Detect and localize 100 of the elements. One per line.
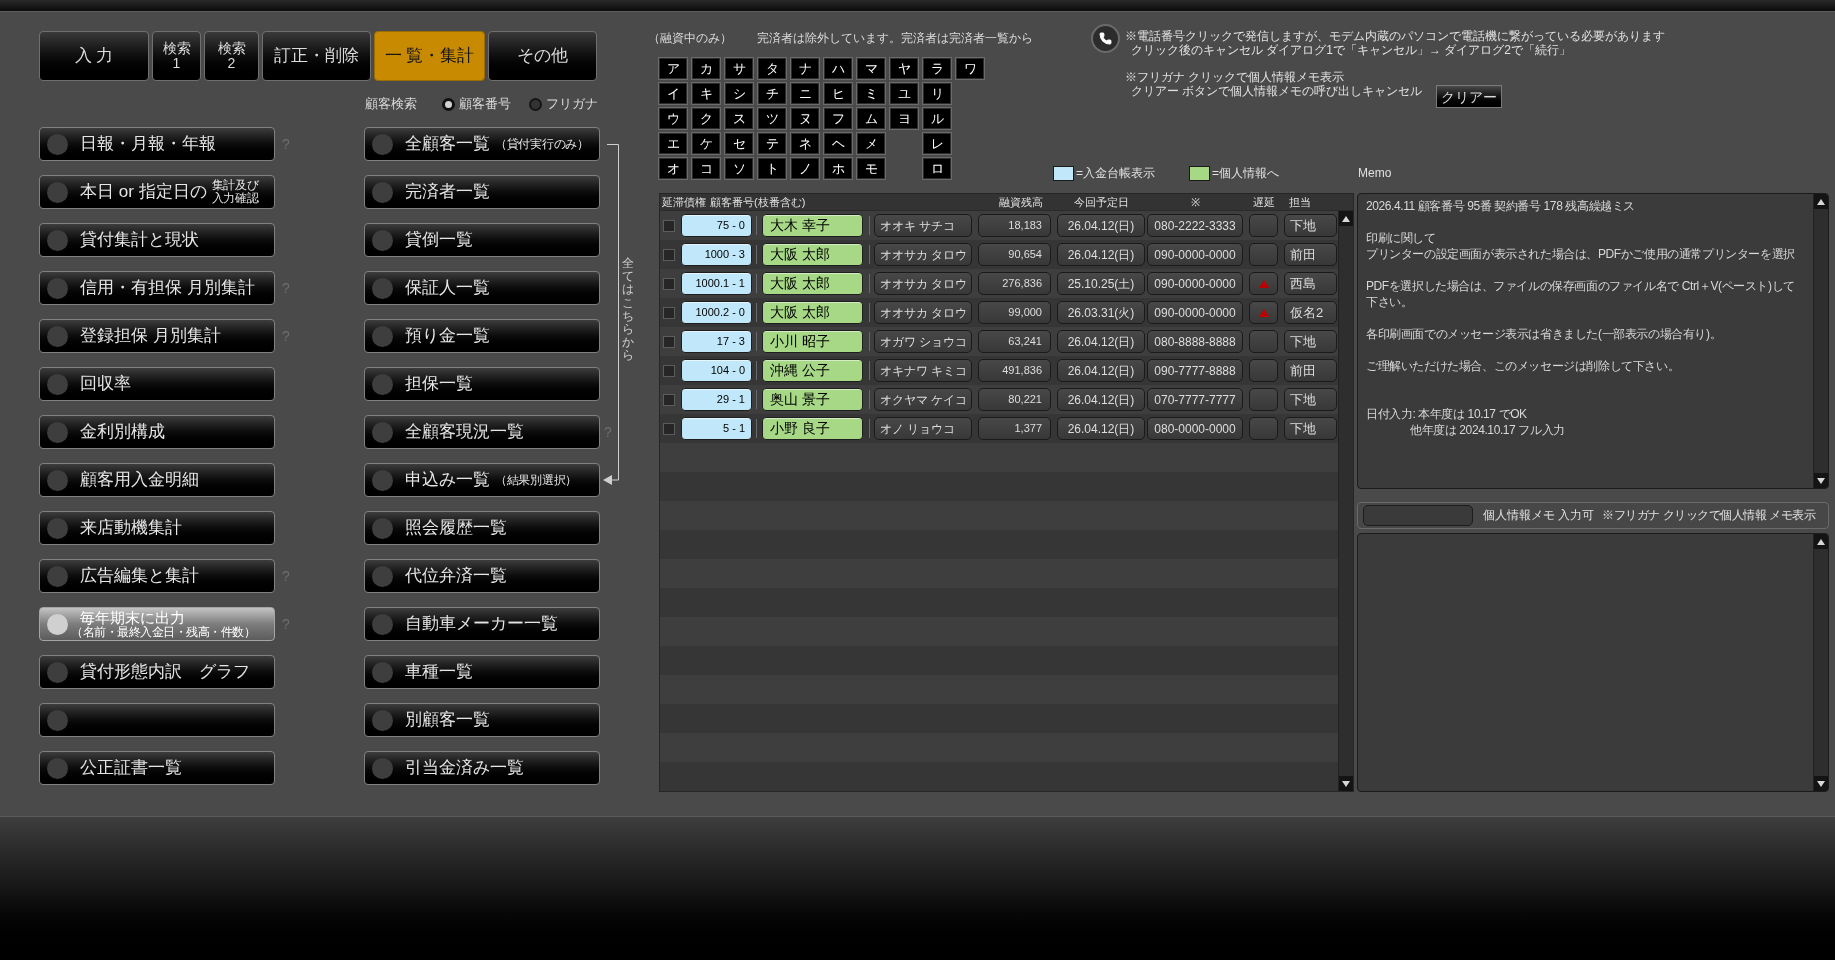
menu-button[interactable]: 代位弁済一覧 [364, 559, 600, 593]
checkbox[interactable] [663, 393, 675, 406]
kana-key[interactable]: ヤ [889, 57, 919, 80]
kana-key[interactable]: リ [922, 82, 952, 105]
kana-cell[interactable]: オオサカ タロウ [874, 243, 972, 266]
kana-key[interactable]: ニ [790, 82, 820, 105]
kana-key[interactable]: ヌ [790, 107, 820, 130]
menu-button[interactable]: 日報・月報・年報 [39, 127, 275, 161]
menu-button[interactable]: 顧客用入金明細 [39, 463, 275, 497]
scrollbar[interactable] [1813, 194, 1828, 488]
menu-button[interactable]: 照会履歴一覧 [364, 511, 600, 545]
menu-button[interactable]: 貸倒一覧 [364, 223, 600, 257]
customer-number-cell[interactable]: 29 - 1 [681, 388, 752, 411]
menu-button[interactable]: 金利別構成 [39, 415, 275, 449]
kana-key[interactable]: フ [823, 107, 853, 130]
name-cell[interactable]: 小川 昭子 [762, 330, 863, 353]
memo-field[interactable] [1357, 193, 1829, 489]
memo-input-field[interactable] [1363, 505, 1473, 526]
kana-key[interactable]: サ [724, 57, 754, 80]
phone-cell[interactable]: 070-7777-7777 [1147, 388, 1243, 411]
radio-option[interactable]: 顧客番号 [442, 94, 511, 114]
name-cell[interactable]: 沖縄 公子 [762, 359, 863, 382]
phone-cell[interactable]: 090-0000-0000 [1147, 272, 1243, 295]
kana-key[interactable]: ロ [922, 157, 952, 180]
kana-cell[interactable]: オクヤマ ケイコ [874, 388, 972, 411]
scrollbar[interactable] [1813, 534, 1828, 791]
phone-cell[interactable]: 080-0000-0000 [1147, 417, 1243, 440]
kana-key[interactable]: ヒ [823, 82, 853, 105]
kana-key[interactable]: ワ [955, 57, 985, 80]
kana-key[interactable]: コ [691, 157, 721, 180]
kana-key[interactable]: イ [658, 82, 688, 105]
tab[interactable]: 訂正・削除 [262, 31, 371, 81]
kana-key[interactable]: ナ [790, 57, 820, 80]
kana-key[interactable]: ヨ [889, 107, 919, 130]
menu-button[interactable]: 引当金済み一覧 [364, 751, 600, 785]
kana-key[interactable]: マ [856, 57, 886, 80]
customer-number-cell[interactable]: 104 - 0 [681, 359, 752, 382]
kana-key[interactable]: ミ [856, 82, 886, 105]
kana-key[interactable]: ヘ [823, 132, 853, 155]
tab[interactable]: 検索 1 [152, 31, 201, 81]
kana-cell[interactable]: オキナワ キミコ [874, 359, 972, 382]
kana-key[interactable]: ウ [658, 107, 688, 130]
menu-button[interactable]: 全顧客一覧 （貸付実行のみ） [364, 127, 600, 161]
tab[interactable]: その他 [488, 31, 597, 81]
phone-cell[interactable]: 090-7777-8888 [1147, 359, 1243, 382]
menu-button[interactable] [39, 703, 275, 737]
kana-key[interactable]: メ [856, 132, 886, 155]
checkbox[interactable] [663, 277, 675, 290]
kana-key[interactable]: シ [724, 82, 754, 105]
menu-button[interactable]: 自動車メーカー一覧 [364, 607, 600, 641]
menu-button[interactable]: 申込み一覧 （結果別選択） [364, 463, 600, 497]
clear-button[interactable]: クリアー [1436, 85, 1503, 108]
menu-button[interactable]: 預り金一覧 [364, 319, 600, 353]
customer-number-cell[interactable]: 17 - 3 [681, 330, 752, 353]
menu-button[interactable]: 貸付集計と現状 [39, 223, 275, 257]
tab[interactable]: 入 力 [39, 31, 149, 81]
kana-key[interactable]: タ [757, 57, 787, 80]
kana-key[interactable]: ラ [922, 57, 952, 80]
customer-number-cell[interactable]: 75 - 0 [681, 214, 752, 237]
checkbox[interactable] [663, 335, 675, 348]
kana-key[interactable]: ハ [823, 57, 853, 80]
kana-cell[interactable]: オガワ ショウコ [874, 330, 972, 353]
kana-key[interactable]: キ [691, 82, 721, 105]
kana-key[interactable]: ケ [691, 132, 721, 155]
name-cell[interactable]: 大阪 太郎 [762, 243, 863, 266]
kana-cell[interactable]: オオサカ タロウ [874, 301, 972, 324]
menu-button[interactable]: 信用・有担保 月別集計 [39, 271, 275, 305]
tab[interactable]: 一 覧・集計 [374, 31, 485, 81]
checkbox[interactable] [663, 306, 675, 319]
kana-cell[interactable]: オオキ サチコ [874, 214, 972, 237]
checkbox[interactable] [663, 248, 675, 261]
kana-cell[interactable]: オオサカ タロウ [874, 272, 972, 295]
kana-key[interactable]: ネ [790, 132, 820, 155]
menu-button[interactable]: 全顧客現況一覧 [364, 415, 600, 449]
checkbox[interactable] [663, 422, 675, 435]
menu-button[interactable]: 毎年期末に出力 （名前・最終入金日・残高・件数） [39, 607, 275, 641]
personal-memo-field[interactable] [1357, 533, 1829, 792]
kana-key[interactable]: ソ [724, 157, 754, 180]
menu-button[interactable]: 別顧客一覧 [364, 703, 600, 737]
menu-button[interactable]: 車種一覧 [364, 655, 600, 689]
customer-number-cell[interactable]: 1000.1 - 1 [681, 272, 752, 295]
kana-key[interactable]: テ [757, 132, 787, 155]
menu-button[interactable]: 登録担保 月別集計 [39, 319, 275, 353]
kana-cell[interactable]: オノ リョウコ [874, 417, 972, 440]
menu-button[interactable]: 広告編集と集計 [39, 559, 275, 593]
customer-number-cell[interactable]: 5 - 1 [681, 417, 752, 440]
kana-key[interactable]: ユ [889, 82, 919, 105]
checkbox[interactable] [663, 364, 675, 377]
menu-button[interactable]: 回収率 [39, 367, 275, 401]
kana-key[interactable]: セ [724, 132, 754, 155]
kana-key[interactable]: ノ [790, 157, 820, 180]
kana-key[interactable]: ク [691, 107, 721, 130]
kana-key[interactable]: ス [724, 107, 754, 130]
menu-button[interactable]: 貸付形態内訳 グラフ [39, 655, 275, 689]
kana-key[interactable]: モ [856, 157, 886, 180]
name-cell[interactable]: 奥山 景子 [762, 388, 863, 411]
scrollbar[interactable] [1338, 211, 1353, 791]
menu-button[interactable]: 来店動機集計 [39, 511, 275, 545]
kana-key[interactable]: チ [757, 82, 787, 105]
menu-button[interactable]: 公正証書一覧 [39, 751, 275, 785]
